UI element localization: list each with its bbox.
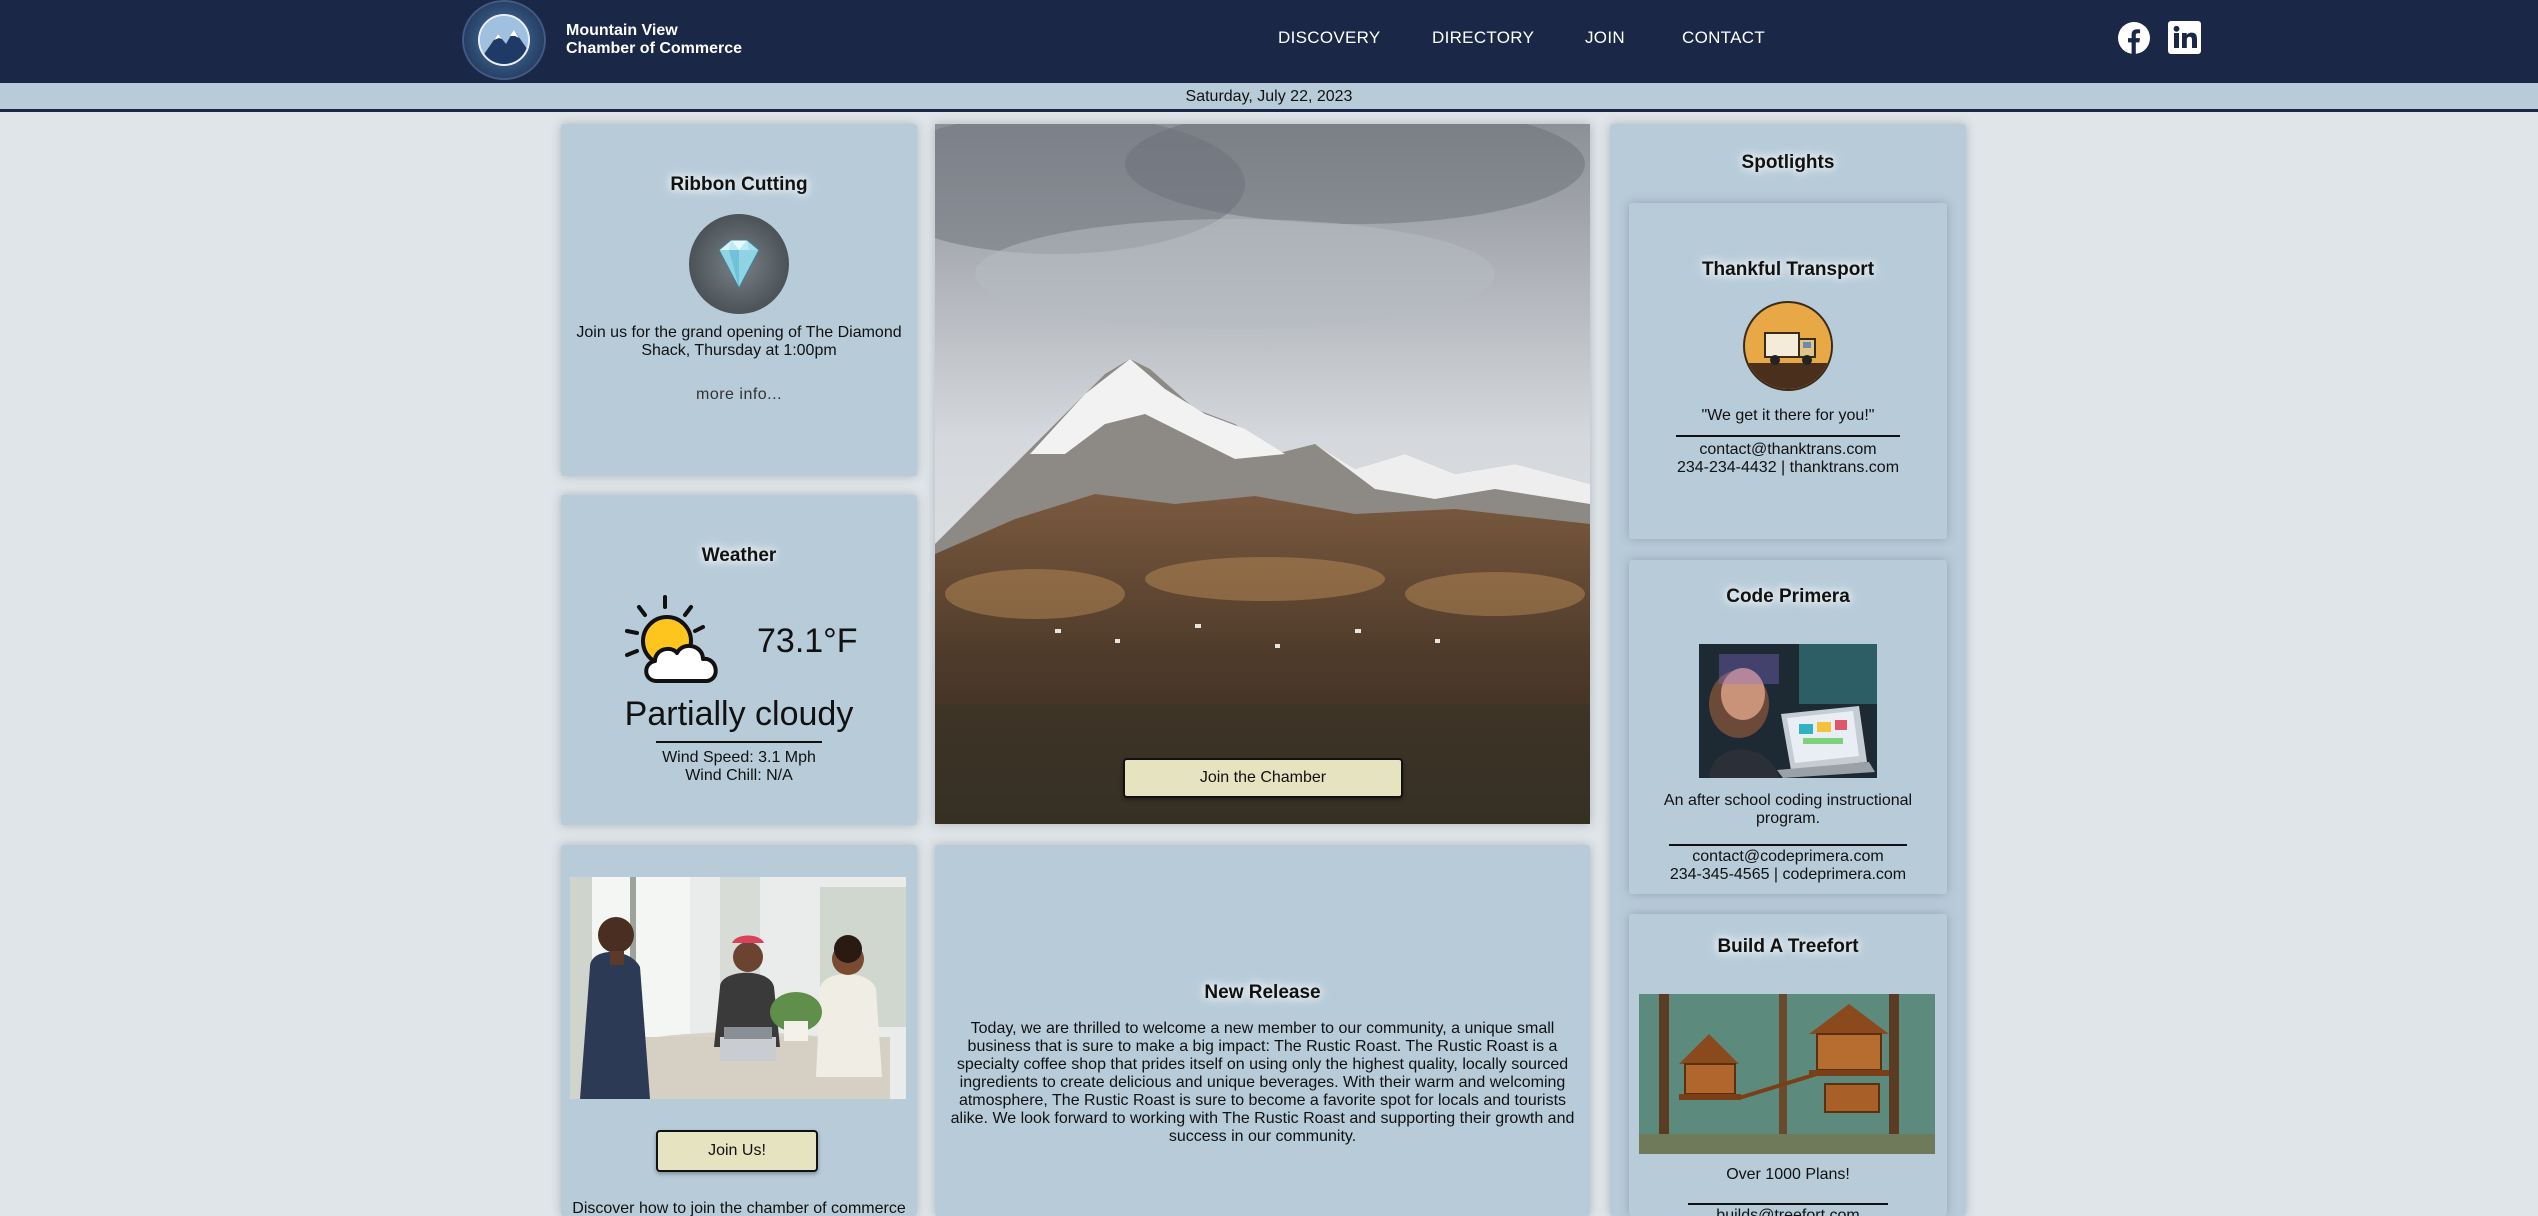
new-release-card: New Release Today, we are thrilled to we… [935,845,1590,1216]
nav-directory[interactable]: DIRECTORY [1432,28,1534,48]
spotlight-tagline: Over 1000 Plans! [1726,1166,1850,1183]
treefort-photo [1639,994,1935,1154]
current-date: Saturday, July 22, 2023 [0,83,2538,112]
mountain-hero-image: Join the Chamber [935,124,1590,824]
divider [1688,1203,1888,1205]
wind-chill: Wind Chill: N/A [685,767,793,784]
linkedin-icon[interactable] [2168,21,2201,54]
partly-cloudy-icon [621,593,731,691]
temperature: 73.1°F [757,622,858,660]
nav-discovery[interactable]: DISCOVERY [1278,28,1381,48]
spotlights-title: Spotlights [1741,152,1835,173]
weather-condition: Partially cloudy [624,695,854,733]
new-release-title: New Release [1204,982,1321,1003]
spotlight-contact: 234-345-4565 | codeprimera.com [1669,866,1907,883]
join-us-button[interactable]: Join Us! [656,1130,818,1172]
spotlight-card: Code Primera An after school coding inst… [1629,560,1947,894]
spotlight-card: Build A Treefort Over 1000 Plans! builds… [1629,914,1947,1216]
spotlight-name: Thankful Transport [1701,259,1875,280]
spotlight-tagline: An after school coding instructional pro… [1663,792,1913,827]
join-text: Discover how to join the chamber of comm… [572,1200,906,1216]
ribbon-cutting-title: Ribbon Cutting [670,174,808,195]
ribbon-cutting-card: Ribbon Cutting Join us for the grand ope… [561,124,917,476]
weather-card: Weather 73.1°F Partially cloudy Wind Spe… [561,495,917,825]
truck-logo [1743,301,1833,391]
weather-title: Weather [701,545,777,566]
spotlight-email[interactable]: builds@treefort.com [1629,1207,1947,1216]
spotlights-panel: Spotlights Thankful Transport "We get it… [1610,124,1966,1216]
spotlight-name: Build A Treefort [1717,936,1859,957]
diamond-icon [689,214,789,314]
spotlight-card: Thankful Transport "We get it there for … [1629,203,1947,539]
nav-join[interactable]: JOIN [1585,28,1625,48]
join-card: Join Us! Discover how to join the chambe… [561,845,917,1216]
divider [1676,435,1900,437]
spotlight-contact: 234-234-4432 | thanktrans.com [1676,459,1900,476]
main-nav: DISCOVERY DIRECTORY JOIN CONTACT [0,28,2538,52]
join-chamber-button[interactable]: Join the Chamber [1123,758,1403,798]
ribbon-cutting-text: Join us for the grand opening of The Dia… [576,324,902,359]
coding-photo [1699,644,1877,778]
spotlight-email[interactable]: contact@codeprimera.com [1629,848,1947,866]
new-release-text: Today, we are thrilled to welcome a new … [950,1020,1575,1145]
spotlight-tagline: "We get it there for you!" [1701,407,1875,424]
facebook-icon[interactable] [2118,22,2150,54]
spotlight-email[interactable]: contact@thanktrans.com [1629,441,1947,459]
nav-contact[interactable]: CONTACT [1682,28,1765,48]
meeting-photo [570,877,906,1099]
divider [656,741,822,743]
site-header: Mountain View Chamber of Commerce DISCOV… [0,0,2538,83]
spotlight-name: Code Primera [1726,586,1850,607]
more-info-link[interactable]: more info... [561,386,917,404]
wind-speed: Wind Speed: 3.1 Mph [662,749,816,766]
divider [1669,844,1907,846]
